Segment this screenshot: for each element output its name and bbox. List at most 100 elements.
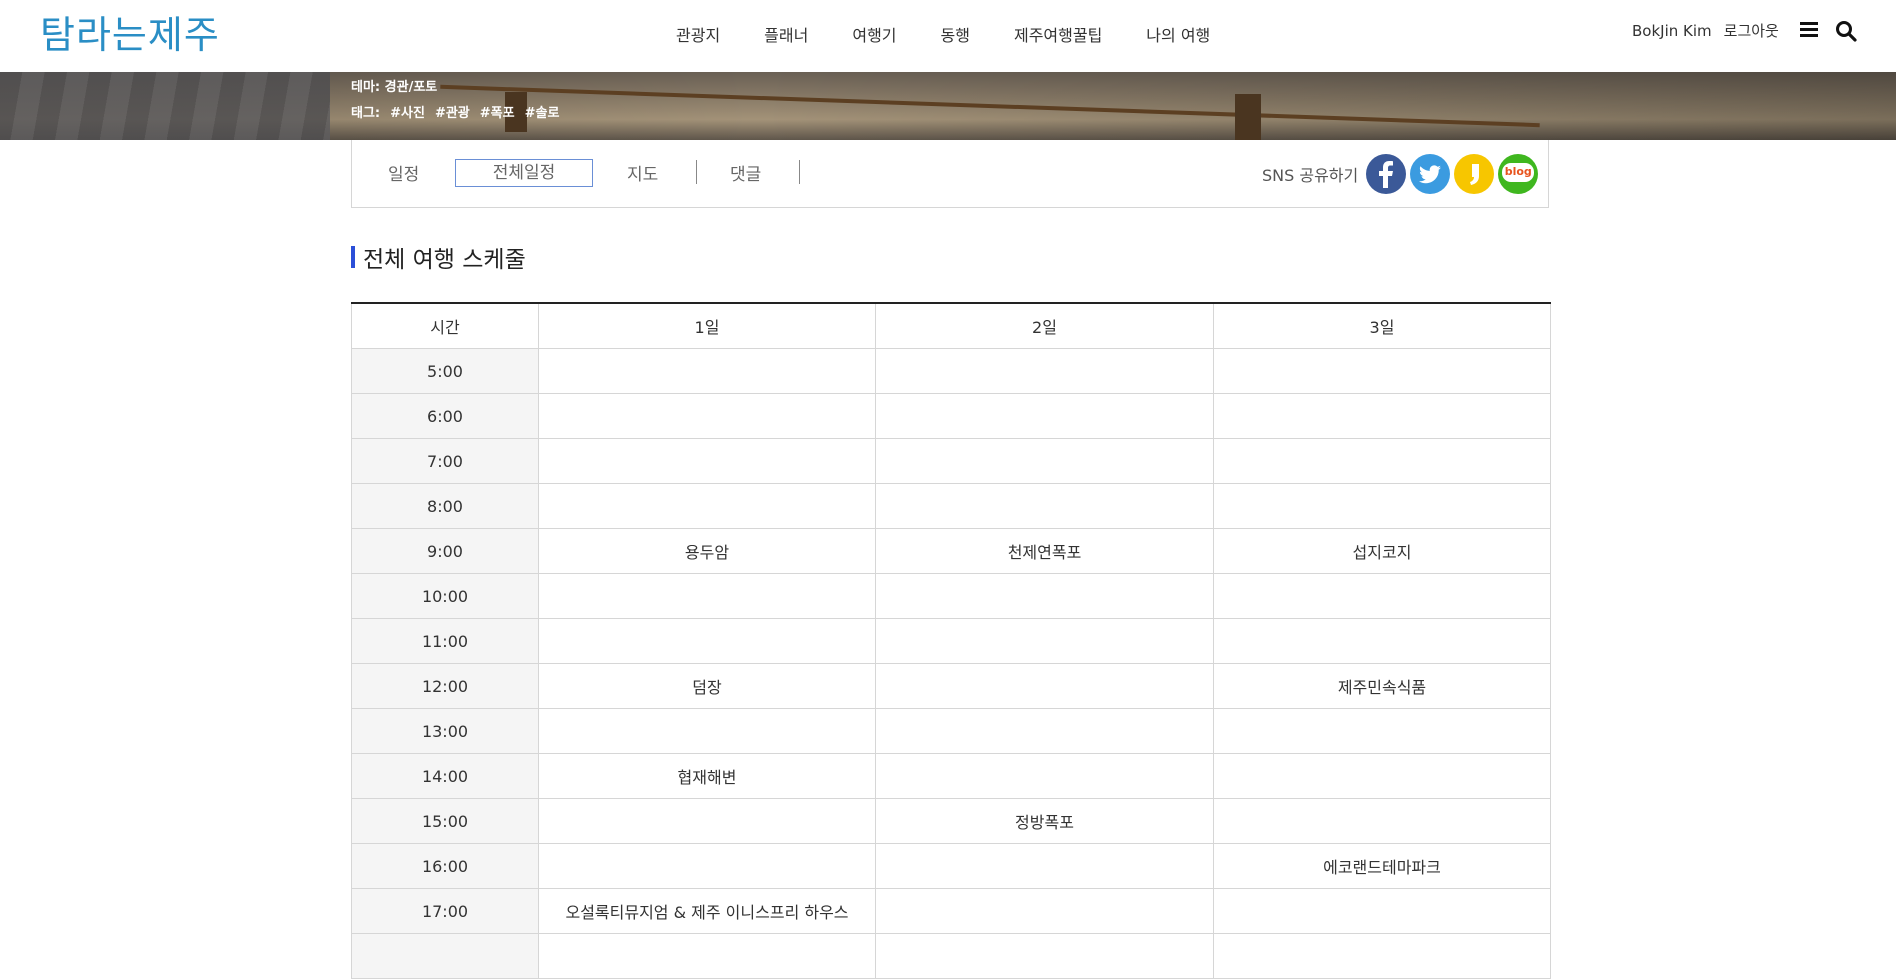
schedule-cell[interactable] <box>875 483 1214 529</box>
table-row: 12:00 덤장 제주민속식품 <box>351 663 1551 709</box>
tag-item[interactable]: #관광 <box>435 102 470 121</box>
nav-item-travelogue[interactable]: 여행기 <box>852 22 896 46</box>
table-row: 6:00 <box>351 393 1551 439</box>
time-cell: 5:00 <box>351 348 539 394</box>
schedule-cell[interactable]: 오설록티뮤지엄 & 제주 이니스프리 하우스 <box>538 888 876 934</box>
tab-map[interactable]: 지도 <box>627 160 658 185</box>
schedule-cell[interactable] <box>1213 708 1551 754</box>
table-row: 11:00 <box>351 618 1551 664</box>
schedule-cell[interactable] <box>1213 393 1551 439</box>
column-header-day1: 1일 <box>538 302 876 349</box>
nav-item-tips[interactable]: 제주여행꿀팁 <box>1014 22 1102 46</box>
schedule-cell[interactable] <box>875 438 1214 484</box>
tag-item[interactable]: #솔로 <box>525 102 560 121</box>
time-cell: 16:00 <box>351 843 539 889</box>
schedule-cell[interactable] <box>538 843 876 889</box>
schedule-cell[interactable] <box>1213 573 1551 619</box>
schedule-cell[interactable]: 에코랜드테마파크 <box>1213 843 1551 889</box>
tag-item[interactable]: #폭포 <box>480 102 515 121</box>
table-row <box>351 933 1551 979</box>
hamburger-menu-icon[interactable] <box>1800 22 1818 38</box>
schedule-cell[interactable] <box>875 573 1214 619</box>
table-row: 14:00 협재해변 <box>351 753 1551 799</box>
time-cell: 10:00 <box>351 573 539 619</box>
tab-full-schedule[interactable]: 전체일정 <box>455 159 593 187</box>
schedule-cell[interactable] <box>875 618 1214 664</box>
time-cell: 13:00 <box>351 708 539 754</box>
table-row: 17:00 오설록티뮤지엄 & 제주 이니스프리 하우스 <box>351 888 1551 934</box>
table-row: 16:00 에코랜드테마파크 <box>351 843 1551 889</box>
schedule-cell[interactable] <box>538 573 876 619</box>
column-header-time: 시간 <box>351 302 539 349</box>
schedule-cell[interactable] <box>538 438 876 484</box>
column-header-day2: 2일 <box>875 302 1214 349</box>
facebook-icon[interactable] <box>1366 154 1407 194</box>
theme-label: 테마: 경관/포토 <box>351 80 438 95</box>
user-name[interactable]: BokJin Kim <box>1632 22 1712 40</box>
schedule-cell[interactable] <box>875 753 1214 799</box>
schedule-table: 시간 1일 2일 3일 5:00 6:00 7:00 8:00 9:00 용두암 천제연폭포… <box>351 302 1551 979</box>
schedule-cell[interactable] <box>875 708 1214 754</box>
schedule-cell[interactable] <box>1213 618 1551 664</box>
schedule-cell[interactable] <box>1213 483 1551 529</box>
schedule-cell[interactable]: 정방폭포 <box>875 798 1214 844</box>
schedule-cell[interactable]: 덤장 <box>538 663 876 709</box>
logout-link[interactable]: 로그아웃 <box>1724 20 1779 41</box>
time-cell: 7:00 <box>351 438 539 484</box>
schedule-cell[interactable] <box>538 933 876 979</box>
schedule-cell[interactable] <box>1213 438 1551 484</box>
schedule-cell[interactable] <box>538 708 876 754</box>
nav-item-my-trip[interactable]: 나의 여행 <box>1146 22 1210 46</box>
tag-label: 태그: <box>351 106 381 121</box>
schedule-cell[interactable] <box>875 663 1214 709</box>
tab-divider <box>696 160 697 184</box>
schedule-cell[interactable] <box>1213 348 1551 394</box>
schedule-cell[interactable] <box>875 393 1214 439</box>
schedule-cell[interactable] <box>1213 798 1551 844</box>
time-cell: 6:00 <box>351 393 539 439</box>
schedule-cell[interactable] <box>538 798 876 844</box>
trip-banner-image <box>0 72 1896 140</box>
time-cell: 17:00 <box>351 888 539 934</box>
tab-schedule[interactable]: 일정 <box>388 160 419 185</box>
time-cell: 8:00 <box>351 483 539 529</box>
time-cell: 14:00 <box>351 753 539 799</box>
nav-item-companion[interactable]: 동행 <box>941 22 970 46</box>
schedule-cell[interactable]: 섭지코지 <box>1213 528 1551 574</box>
schedule-cell[interactable] <box>875 933 1214 979</box>
table-row: 10:00 <box>351 573 1551 619</box>
tag-list: 태그: #사진 #관광 #폭포 #솔로 <box>351 102 559 121</box>
schedule-cell[interactable] <box>875 888 1214 934</box>
table-row: 7:00 <box>351 438 1551 484</box>
site-logo[interactable]: 탐라는제주 <box>40 4 220 59</box>
nav-item-planner[interactable]: 플래너 <box>764 22 808 46</box>
kakaostory-icon[interactable] <box>1454 154 1495 194</box>
schedule-cell[interactable]: 제주민속식품 <box>1213 663 1551 709</box>
time-cell: 15:00 <box>351 798 539 844</box>
user-area: BokJin Kim 로그아웃 <box>1632 20 1779 41</box>
naver-blog-icon[interactable]: blog <box>1498 154 1539 194</box>
search-icon[interactable] <box>1835 20 1857 42</box>
schedule-cell[interactable]: 용두암 <box>538 528 876 574</box>
nav-item-attractions[interactable]: 관광지 <box>676 22 720 46</box>
schedule-cell[interactable] <box>538 393 876 439</box>
schedule-cell[interactable] <box>875 843 1214 889</box>
title-accent-bar <box>351 246 355 268</box>
twitter-icon[interactable] <box>1410 154 1451 194</box>
schedule-cell[interactable] <box>1213 888 1551 934</box>
schedule-cell[interactable] <box>1213 753 1551 799</box>
tab-comments[interactable]: 댓글 <box>730 160 761 185</box>
schedule-cell[interactable] <box>538 348 876 394</box>
schedule-cell[interactable] <box>875 348 1214 394</box>
table-row: 8:00 <box>351 483 1551 529</box>
tag-item[interactable]: #사진 <box>390 102 425 121</box>
time-cell: 12:00 <box>351 663 539 709</box>
banner-rail <box>440 84 1540 128</box>
schedule-cell[interactable]: 협재해변 <box>538 753 876 799</box>
page-title: 전체 여행 스케줄 <box>363 247 526 273</box>
time-cell: 11:00 <box>351 618 539 664</box>
schedule-cell[interactable] <box>1213 933 1551 979</box>
schedule-cell[interactable] <box>538 483 876 529</box>
schedule-cell[interactable]: 천제연폭포 <box>875 528 1214 574</box>
schedule-cell[interactable] <box>538 618 876 664</box>
